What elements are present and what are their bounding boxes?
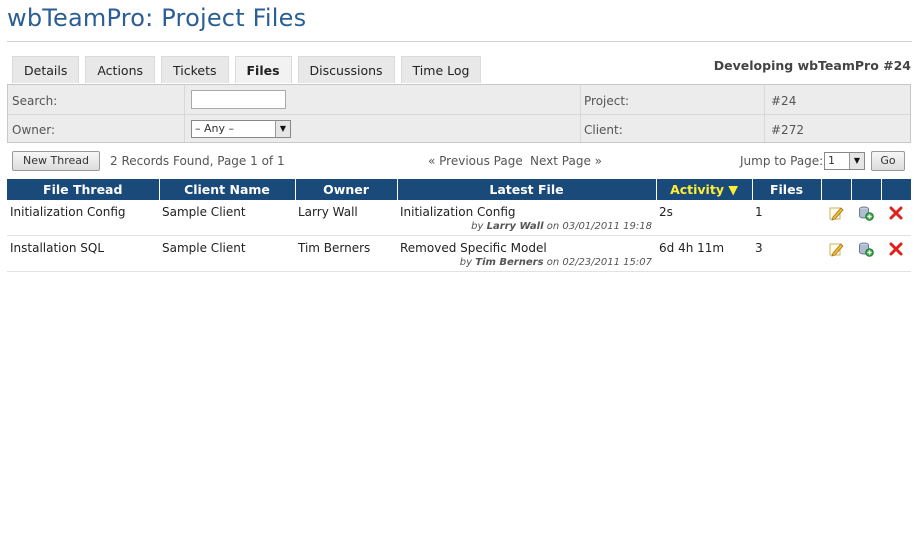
filter-row-search: Search: Project: #24 [8, 86, 910, 115]
tab-actions[interactable]: Actions [85, 56, 156, 83]
file-meta-user: Tim Berners [475, 257, 544, 268]
client-name: Sample Client [159, 235, 295, 272]
tab-tickets[interactable]: Tickets [161, 56, 229, 83]
jump-to-page-label: Jump to Page: [740, 154, 824, 168]
pagination-toolbar: New Thread 2 Records Found, Page 1 of 1 … [0, 150, 919, 172]
owner-select-value: – Any – [195, 122, 234, 135]
latest-file-meta: by Larry Wall on 03/01/2011 19:18 [400, 221, 653, 232]
edit-icon[interactable] [828, 241, 844, 257]
add-file-icon[interactable] [858, 241, 874, 257]
file-meta-date: on 02/23/2011 15:07 [546, 257, 652, 268]
previous-page-link[interactable]: « Previous Page [428, 154, 523, 168]
search-input[interactable] [191, 90, 286, 109]
tab-files[interactable]: Files [234, 56, 292, 83]
files-count: 1 [752, 200, 821, 236]
tab-time-log[interactable]: Time Log [400, 56, 482, 83]
project-value: #24 [771, 94, 797, 108]
column-header-client-name[interactable]: Client Name [159, 179, 296, 200]
column-header-owner[interactable]: Owner [295, 179, 398, 200]
latest-file-name[interactable]: Initialization Config [400, 205, 516, 219]
tab-discussions[interactable]: Discussions [297, 56, 395, 83]
activity-value: 6d 4h 11m [656, 235, 752, 272]
client-value: #272 [771, 123, 804, 137]
column-header-activity[interactable]: Activity ▼ [656, 179, 753, 200]
activity-value: 2s [656, 200, 752, 236]
table-row: Initialization Config Sample Client Larr… [7, 200, 911, 236]
files-table: File Thread Client Name Owner Latest Fil… [7, 179, 912, 272]
add-file-cell [851, 235, 881, 272]
delete-cell [881, 235, 911, 272]
column-header-file-thread[interactable]: File Thread [7, 179, 160, 200]
table-row: Installation SQL Sample Client Tim Berne… [7, 235, 911, 272]
chevron-down-icon[interactable]: ▼ [849, 153, 864, 169]
edit-icon[interactable] [828, 205, 844, 221]
add-file-icon[interactable] [858, 205, 874, 221]
edit-cell [821, 200, 851, 236]
files-count: 3 [752, 235, 821, 272]
owner-name: Larry Wall [295, 200, 397, 236]
table-header-row: File Thread Client Name Owner Latest Fil… [7, 179, 912, 200]
page-select[interactable]: 1 ▼ [824, 152, 865, 170]
delete-icon[interactable] [888, 241, 904, 257]
project-heading: Developing wbTeamPro #24 [713, 58, 911, 73]
file-meta-date: on 03/01/2011 19:18 [546, 221, 652, 232]
delete-cell [881, 200, 911, 236]
search-label: Search: [12, 94, 58, 108]
column-header-add [851, 179, 882, 200]
latest-file-cell: Removed Specific Model by Tim Berners on… [397, 235, 656, 272]
add-file-cell [851, 200, 881, 236]
next-page-link[interactable]: Next Page » [530, 154, 602, 168]
page-select-value: 1 [828, 154, 835, 167]
owner-name: Tim Berners [295, 235, 397, 272]
file-meta-user: Larry Wall [486, 221, 544, 232]
edit-cell [821, 235, 851, 272]
tab-bar: Details Actions Tickets Files Discussion… [12, 56, 487, 83]
client-label: Client: [584, 123, 623, 137]
owner-select[interactable]: – Any – ▼ [191, 120, 291, 138]
column-header-delete [881, 179, 912, 200]
new-thread-button[interactable]: New Thread [12, 151, 100, 171]
column-header-files[interactable]: Files [752, 179, 822, 200]
latest-file-cell: Initialization Config by Larry Wall on 0… [397, 200, 656, 236]
file-meta-prefix: by [459, 257, 473, 268]
file-meta-prefix: by [471, 221, 484, 232]
column-header-edit [821, 179, 852, 200]
client-name: Sample Client [159, 200, 295, 236]
thread-name[interactable]: Initialization Config [7, 200, 159, 236]
tab-details[interactable]: Details [12, 56, 80, 83]
filter-panel: Search: Project: #24 Owner: – Any – ▼ Cl… [7, 84, 911, 143]
delete-icon[interactable] [888, 205, 904, 221]
project-label: Project: [584, 94, 630, 108]
thread-name[interactable]: Installation SQL [7, 235, 159, 272]
chevron-down-icon[interactable]: ▼ [275, 121, 290, 137]
filter-row-owner: Owner: – Any – ▼ Client: #272 [8, 115, 910, 143]
records-count: 2 Records Found, Page 1 of 1 [110, 154, 285, 168]
title-divider [7, 41, 912, 42]
latest-file-name[interactable]: Removed Specific Model [400, 241, 547, 255]
owner-label: Owner: [12, 123, 56, 137]
page-title: wbTeamPro: Project Files [7, 4, 307, 32]
latest-file-meta: by Tim Berners on 02/23/2011 15:07 [400, 257, 653, 268]
go-button[interactable]: Go [871, 151, 905, 171]
column-header-latest-file[interactable]: Latest File [397, 179, 657, 200]
